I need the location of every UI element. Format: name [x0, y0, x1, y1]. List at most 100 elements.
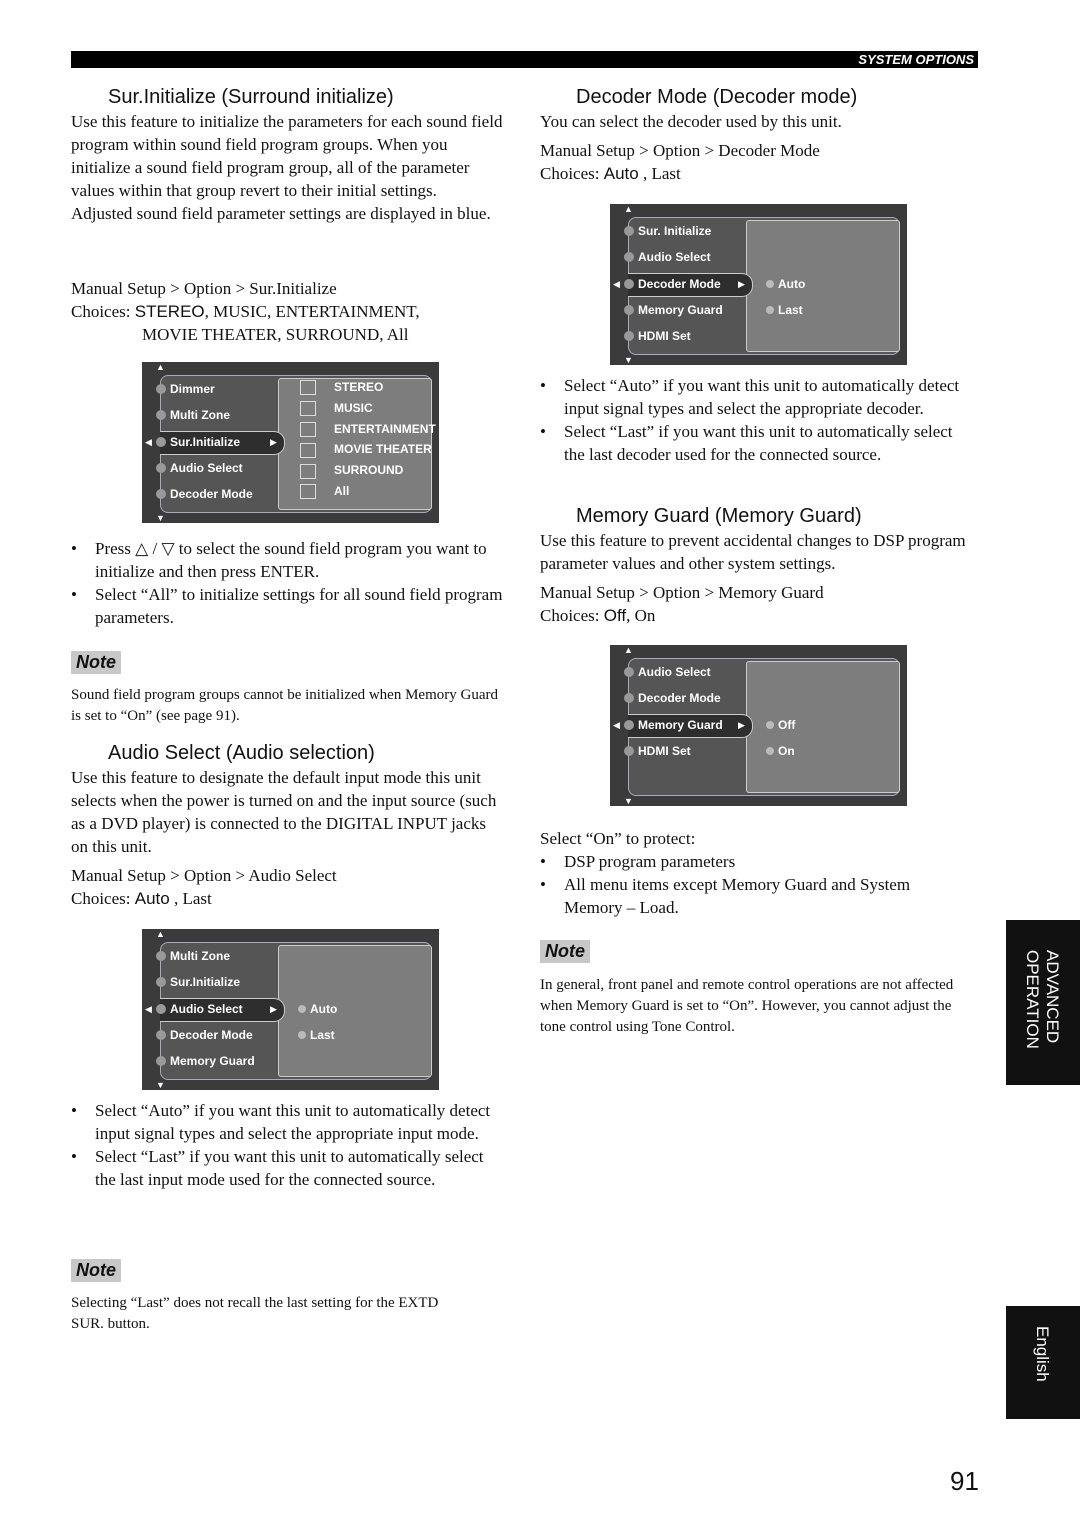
decoder-description: You can select the decoder used by this … [540, 112, 842, 131]
menu-bullet-icon [156, 1029, 166, 1040]
menu-item-label: Decoder Mode [170, 1027, 253, 1042]
note-text: In general, front panel and remote contr… [540, 977, 954, 1035]
memory-guard-heading: Memory Guard (Memory Guard) [576, 505, 862, 527]
menu-item-label: HDMI Set [638, 743, 691, 758]
bullet-item: Select “Last” if you want this unit to a… [71, 1145, 491, 1191]
bullet-item: DSP program parameters [540, 850, 960, 873]
program-box-icon [300, 484, 316, 500]
option-item: MOVIE THEATER [300, 442, 432, 458]
option-label: MOVIE THEATER [334, 442, 432, 457]
radio-dot-icon [766, 305, 774, 314]
menu-item-label: HDMI Set [638, 329, 691, 344]
bullet-item: Press △ / ▽ to select the sound field pr… [71, 537, 511, 583]
option-label: SURROUND [334, 463, 404, 478]
menu-item-label: Audio Select [638, 250, 711, 265]
sur-settings: Manual Setup > Option > Sur.Initialize C… [71, 277, 511, 346]
scroll-up-arrow-icon: ▲ [156, 362, 165, 372]
osd-screen-memory: ▲ ▼ ◀ ▶ Audio Select Decoder Mode Memory Guard… [610, 645, 907, 806]
note-text: Selecting “Last” does not recall the las… [71, 1295, 439, 1332]
option-item: Auto [766, 277, 805, 291]
protect-intro: Select “On” to protect: [540, 829, 696, 848]
section-title: SYSTEM OPTIONS [858, 52, 974, 67]
scroll-up-arrow-icon: ▲ [156, 929, 165, 939]
program-box-icon [300, 421, 316, 437]
choices-rest: , Last [169, 889, 212, 908]
radio-dot-icon [298, 1004, 306, 1013]
menu-item-label: Decoder Mode [638, 276, 721, 291]
menu-bullet-icon [156, 951, 166, 961]
menu-item-label: Audio Select [170, 460, 243, 475]
option-item: STEREO [300, 380, 384, 396]
program-box-icon [300, 401, 316, 417]
bullet-item: Select “All” to initialize settings for … [71, 583, 511, 629]
menu-item-label: Decoder Mode [170, 487, 253, 502]
osd-screen-sur: ▲ ▼ ◀ ▶ Dimmer Multi Zone Sur.Initialize Audio … [142, 362, 439, 523]
decoder-bullets: Select “Auto” if you want this unit to a… [540, 374, 970, 466]
menu-path: Manual Setup > Option > Memory Guard [540, 583, 824, 602]
option-item: SURROUND [300, 463, 404, 479]
option-item: ENTERTAINMENT [300, 422, 436, 437]
option-label: Auto [310, 1001, 338, 1016]
radio-dot-icon [766, 720, 774, 729]
menu-item-label: Dimmer [170, 382, 215, 396]
option-label: STEREO [334, 380, 384, 394]
menu-bullet-icon [624, 719, 634, 730]
side-tab-english: English [1006, 1306, 1080, 1419]
menu-item-label: Multi Zone [170, 408, 230, 423]
choices: Choices: Auto , Last [71, 887, 511, 910]
choices-rest: , Last [638, 164, 681, 183]
default-choice: Off [603, 606, 627, 625]
audio-settings: Manual Setup > Option > Audio Select Cho… [71, 864, 511, 910]
sur-para2: Adjusted sound field parameter settings … [71, 204, 491, 223]
option-label: All [334, 484, 350, 498]
menu-item-label: Sur.Initialize [170, 975, 241, 990]
menu-path: Manual Setup > Option > Decoder Mode [540, 141, 820, 160]
radio-dot-icon [766, 746, 774, 755]
scroll-down-arrow-icon: ▼ [156, 513, 165, 523]
menu-item-label: Memory Guard [638, 717, 723, 732]
side-tab-label: English [1033, 1326, 1052, 1382]
menu-bullet-icon [156, 384, 166, 394]
menu-bullet-icon [624, 667, 634, 677]
radio-dot-icon [298, 1030, 306, 1039]
option-item: All [300, 484, 350, 500]
option-item: MUSIC [300, 401, 373, 417]
audio-select-description: Use this feature to designate the defaul… [71, 768, 497, 856]
decoder-mode-heading: Decoder Mode (Decoder mode) [576, 86, 858, 108]
left-arrow-icon: ◀ [145, 436, 152, 447]
menu-item-label: Memory Guard [638, 302, 723, 317]
program-box-icon [300, 380, 316, 396]
scroll-up-arrow-icon: ▲ [624, 204, 633, 214]
menu-path: Manual Setup > Option > Audio Select [71, 866, 337, 885]
sur-bullets: Press △ / ▽ to select the sound field pr… [71, 537, 511, 629]
section-header-bar: SYSTEM OPTIONS [71, 51, 978, 68]
default-choice: Auto [134, 889, 170, 908]
menu-bullet-icon [624, 278, 634, 289]
memory-protect: Select “On” to protect: DSP program para… [540, 827, 960, 919]
choices-rest: , On [626, 606, 656, 625]
osd-screen-decoder: ▲ ▼ ◀ ▶ Sur. Initialize Audio Select Decoder M… [610, 204, 907, 365]
default-choice: STEREO [134, 302, 205, 321]
sur-initialize-description: Use this feature to initialize the param… [71, 110, 511, 225]
left-arrow-icon: ◀ [613, 719, 620, 730]
option-label: Off [778, 717, 796, 732]
menu-bullet-icon [624, 226, 634, 236]
option-item: Auto [298, 1002, 337, 1016]
memory-settings: Manual Setup > Option > Memory Guard Cho… [540, 581, 970, 627]
option-label: On [778, 743, 795, 758]
bullet-item: Select “Auto” if you want this unit to a… [71, 1099, 491, 1145]
scroll-down-arrow-icon: ▼ [624, 796, 633, 806]
menu-bullet-icon [156, 462, 166, 473]
scroll-down-arrow-icon: ▼ [624, 355, 633, 365]
menu-item-label: Audio Select [638, 665, 711, 679]
note-text: Sound field program groups cannot be ini… [71, 687, 498, 724]
page-number: 91 [950, 1466, 979, 1496]
option-label: Last [310, 1027, 335, 1042]
side-tab-label: ADVANCED OPERATION [1023, 950, 1062, 1049]
option-item: Off [766, 718, 795, 732]
scroll-down-arrow-icon: ▼ [156, 1080, 165, 1090]
bullet-item: All menu items except Memory Guard and S… [540, 873, 960, 919]
decoder-settings: Manual Setup > Option > Decoder Mode Cho… [540, 139, 970, 185]
choices-label: Choices: [71, 302, 135, 321]
sur-para1: Use this feature to initialize the param… [71, 112, 503, 200]
